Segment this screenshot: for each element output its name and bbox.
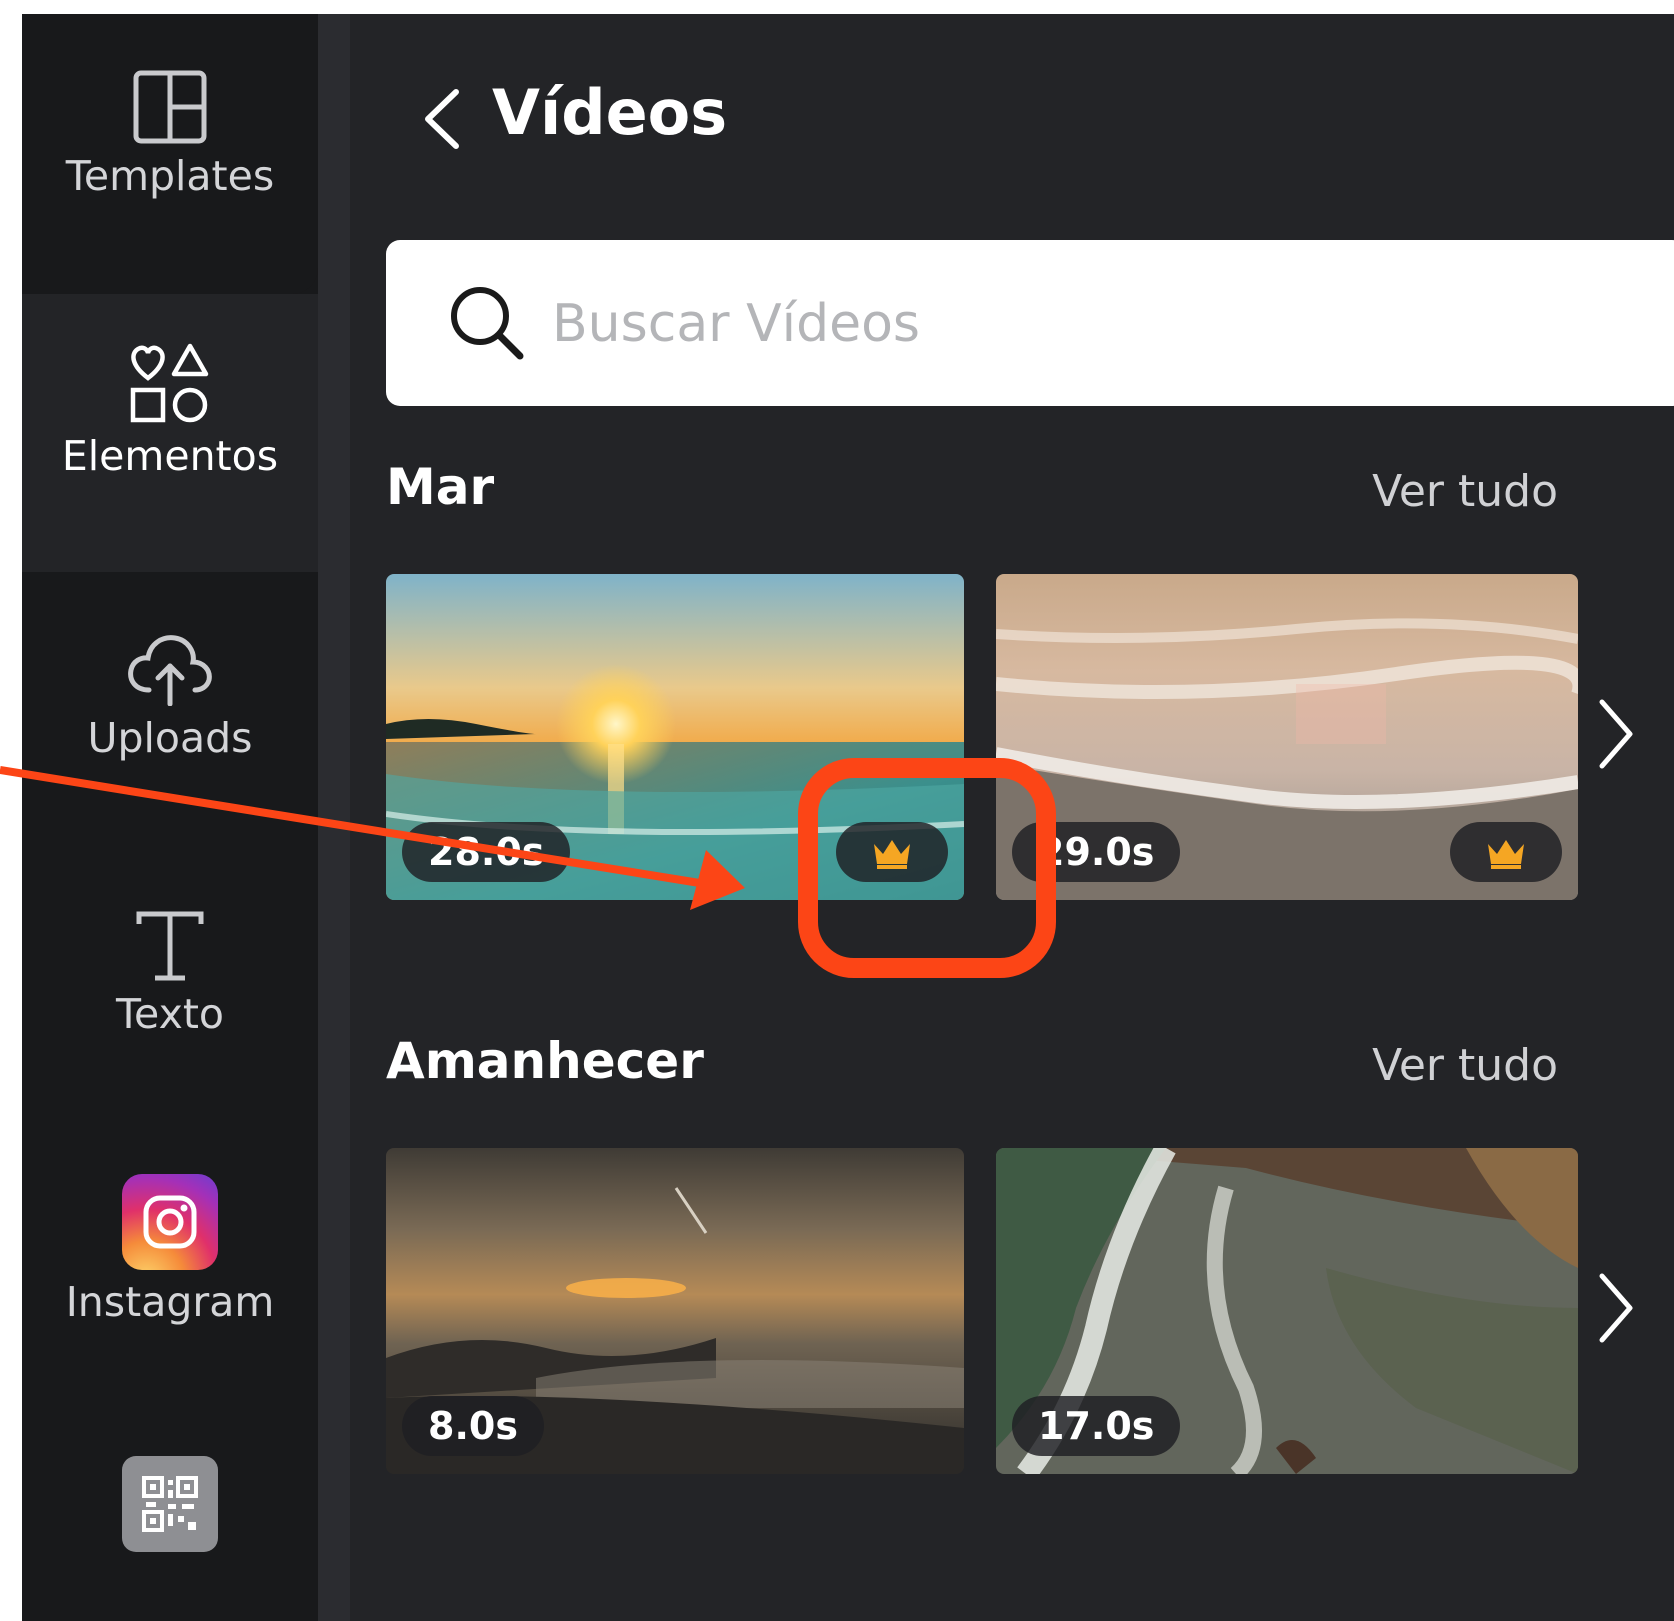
sidebar-item-label: Instagram bbox=[65, 1278, 275, 1326]
see-all-link-mar[interactable]: Ver tudo bbox=[1372, 466, 1558, 517]
duration-badge: 8.0s bbox=[402, 1396, 544, 1456]
search-input[interactable] bbox=[550, 278, 1554, 370]
sidebar-item-label: Elementos bbox=[61, 432, 279, 480]
see-all-link-amanhecer[interactable]: Ver tudo bbox=[1372, 1040, 1558, 1091]
instagram-icon bbox=[122, 1174, 218, 1270]
search-icon bbox=[451, 287, 524, 360]
search-bar[interactable] bbox=[386, 240, 1674, 406]
sidebar-item-templates[interactable]: Templates bbox=[22, 14, 318, 294]
sidebar-item-uploads[interactable]: Uploads bbox=[22, 574, 318, 854]
sidebar-item-instagram[interactable]: Instagram bbox=[22, 1154, 318, 1434]
sidebar-item-label: Texto bbox=[115, 990, 224, 1038]
sidebar-item-elementos[interactable]: Elementos bbox=[22, 294, 318, 572]
duration-badge: 29.0s bbox=[1012, 822, 1181, 882]
chevron-left-icon bbox=[425, 89, 459, 149]
text-icon bbox=[135, 910, 205, 982]
section-title-amanhecer: Amanhecer bbox=[386, 1032, 704, 1090]
panel-divider[interactable] bbox=[318, 14, 350, 1621]
chevron-right-icon bbox=[1599, 1273, 1633, 1343]
sidebar-item-label: Uploads bbox=[87, 714, 253, 762]
carousel-next-button-amanhecer[interactable] bbox=[1592, 1268, 1640, 1348]
premium-badge bbox=[836, 822, 948, 882]
qr-code-icon bbox=[122, 1456, 218, 1552]
sidebar-item-qr-code[interactable] bbox=[22, 1434, 318, 1621]
app-window: Templates Elementos Uploads Texto Instag… bbox=[22, 14, 1674, 1621]
video-thumbnail-dawn[interactable]: 8.0s bbox=[386, 1148, 964, 1474]
section-title-mar: Mar bbox=[386, 458, 495, 516]
carousel-next-button-mar[interactable] bbox=[1592, 694, 1640, 774]
sidebar-item-label: Templates bbox=[65, 152, 275, 200]
videos-panel: Vídeos Mar Ver tudo bbox=[350, 14, 1674, 1621]
crown-icon bbox=[874, 840, 910, 869]
duration-badge: 28.0s bbox=[402, 822, 571, 882]
page-title: Vídeos bbox=[492, 76, 728, 149]
back-button[interactable] bbox=[414, 84, 474, 154]
sidebar: Templates Elementos Uploads Texto Instag… bbox=[22, 14, 318, 1621]
layout-icon bbox=[133, 70, 207, 144]
crown-icon bbox=[1488, 840, 1524, 869]
video-thumbnail-sunset-beach[interactable]: 28.0s bbox=[386, 574, 964, 900]
video-thumbnail-aerial-shore[interactable]: 17.0s bbox=[996, 1148, 1578, 1474]
video-thumbnail-waves[interactable]: 29.0s bbox=[996, 574, 1578, 900]
cloud-upload-icon bbox=[125, 630, 215, 706]
duration-badge: 17.0s bbox=[1012, 1396, 1181, 1456]
shapes-icon bbox=[128, 342, 212, 424]
premium-badge bbox=[1450, 822, 1562, 882]
chevron-right-icon bbox=[1599, 699, 1633, 769]
sidebar-item-texto[interactable]: Texto bbox=[22, 874, 318, 1134]
